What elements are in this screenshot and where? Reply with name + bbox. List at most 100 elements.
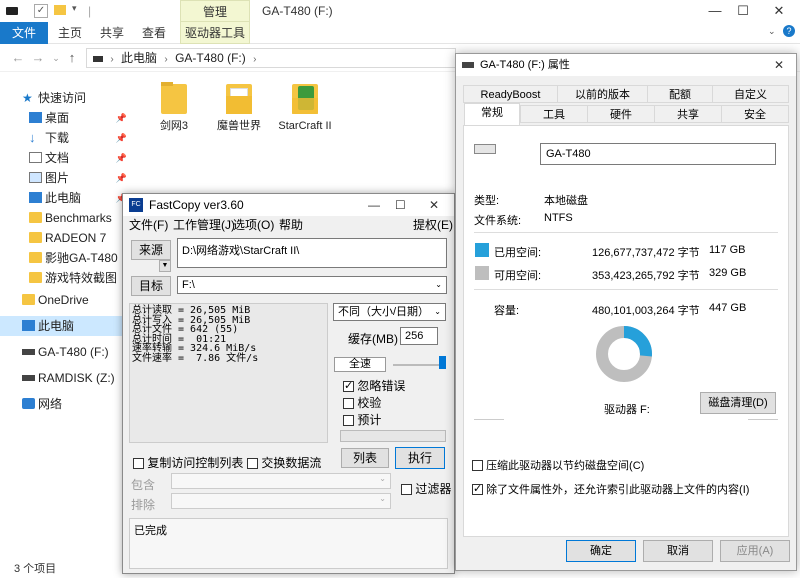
- tab-view[interactable]: 查看: [136, 22, 172, 44]
- compress-checkbox[interactable]: 压缩此驱动器以节约磁盘空间(C): [472, 457, 644, 473]
- ignore-errors-checkbox[interactable]: 忽略错误: [343, 377, 405, 394]
- back-icon[interactable]: ←: [10, 50, 26, 66]
- index-checkbox[interactable]: 除了文件属性外，还允许索引此驱动器上文件的内容(I): [472, 481, 749, 497]
- properties-icon[interactable]: ✓: [34, 4, 48, 18]
- pin-icon[interactable]: 📌: [116, 168, 127, 188]
- sidebar-item-ramdisk[interactable]: RAMDISK (Z:): [0, 368, 135, 388]
- estimate-checkbox[interactable]: 预计: [343, 411, 381, 428]
- up-icon[interactable]: ↑: [64, 50, 80, 66]
- menu-file[interactable]: 文件(F): [129, 216, 168, 234]
- alt-stream-checkbox[interactable]: 交换数据流: [247, 454, 321, 471]
- checkbox-checked[interactable]: [343, 379, 354, 392]
- sidebar-item-ga-t480-folder[interactable]: 影驰GA-T480: [0, 248, 135, 268]
- minimize-icon[interactable]: —: [368, 194, 380, 216]
- menu-option[interactable]: 选项(O): [233, 216, 274, 234]
- verify-checkbox[interactable]: 校验: [343, 394, 381, 411]
- help-icon[interactable]: ?: [783, 25, 795, 37]
- checkbox[interactable]: [343, 398, 354, 409]
- cancel-button[interactable]: 取消: [643, 540, 713, 562]
- source-history-button[interactable]: ▼: [159, 260, 171, 272]
- tab-tools[interactable]: 工具: [520, 105, 588, 123]
- type-value: 本地磁盘: [544, 195, 588, 207]
- sidebar-item-this-pc-quick[interactable]: 此电脑 📌: [0, 188, 135, 208]
- tab-previous-versions[interactable]: 以前的版本: [557, 85, 648, 103]
- tab-readyboost[interactable]: ReadyBoost: [463, 85, 558, 103]
- title-separator: |: [88, 4, 92, 18]
- tab-sharing[interactable]: 共享: [654, 105, 722, 123]
- tab-quota[interactable]: 配额: [647, 85, 713, 103]
- maximize-icon[interactable]: ☐: [395, 194, 406, 216]
- new-folder-icon[interactable]: [54, 5, 66, 15]
- breadcrumb-this-pc[interactable]: 此电脑: [121, 51, 157, 65]
- sidebar-item-onedrive[interactable]: OneDrive: [0, 290, 135, 310]
- sidebar-item-this-pc[interactable]: 此电脑: [0, 316, 135, 336]
- dialog-title: GA-T480 (F:) 属性: [480, 59, 570, 71]
- tab-file[interactable]: 文件: [0, 22, 48, 44]
- checkbox[interactable]: [247, 458, 258, 469]
- filter-checkbox[interactable]: 过滤器: [401, 480, 451, 497]
- drive-icon: [22, 375, 35, 381]
- speed-slider-thumb[interactable]: [439, 356, 446, 369]
- checkbox-checked[interactable]: [472, 482, 483, 495]
- checkbox[interactable]: [343, 415, 354, 426]
- execute-button[interactable]: 执行: [395, 447, 445, 469]
- sidebar-item-benchmarks[interactable]: Benchmarks: [0, 208, 135, 228]
- sidebar-item-radeon7[interactable]: RADEON 7: [0, 228, 135, 248]
- menu-elevate[interactable]: 提权(E): [413, 216, 453, 234]
- close-icon[interactable]: ✕: [756, 0, 800, 22]
- sidebar-item-documents[interactable]: 文档 📌: [0, 148, 135, 168]
- destination-path-field[interactable]: F:\ ⌄: [177, 276, 447, 294]
- pin-icon[interactable]: 📌: [116, 108, 127, 128]
- recent-locations-icon[interactable]: ⌄: [48, 50, 64, 66]
- tab-general[interactable]: 常规: [464, 103, 520, 126]
- apply-button[interactable]: 应用(A): [720, 540, 790, 562]
- source-path-field[interactable]: D:\网络游戏\StarCraft II\: [177, 238, 447, 268]
- ribbon-collapse-icon[interactable]: ⌄: [768, 26, 776, 37]
- checkbox[interactable]: [472, 460, 483, 471]
- sidebar-item-quick-access[interactable]: ★ 快速访问: [0, 88, 135, 108]
- close-icon[interactable]: ✕: [774, 54, 784, 76]
- sidebar-item-screenshots[interactable]: 游戏特效截图: [0, 268, 135, 288]
- sidebar-item-network[interactable]: 网络: [0, 394, 135, 414]
- breadcrumb-drive[interactable]: GA-T480 (F:): [175, 51, 246, 65]
- forward-icon[interactable]: →: [30, 50, 46, 66]
- buffer-size-field[interactable]: 256: [400, 327, 438, 345]
- folder-item[interactable]: 魔兽世界: [209, 80, 269, 133]
- sidebar-item-desktop[interactable]: 桌面 📌: [0, 108, 135, 128]
- menu-job[interactable]: 工作管理(J): [173, 216, 235, 234]
- folder-item[interactable]: StarCraft II: [275, 80, 335, 133]
- close-icon[interactable]: ✕: [429, 194, 439, 216]
- disk-cleanup-button[interactable]: 磁盘清理(D): [700, 392, 776, 414]
- drive-icon: [22, 349, 35, 355]
- sidebar-item-pictures[interactable]: 图片 📌: [0, 168, 135, 188]
- checkbox[interactable]: [133, 458, 144, 469]
- tab-customize[interactable]: 自定义: [712, 85, 789, 103]
- ok-button[interactable]: 确定: [566, 540, 636, 562]
- copy-mode-select[interactable]: 不同（大小/日期） ⌄: [333, 303, 446, 321]
- speed-slider[interactable]: [393, 354, 449, 370]
- sidebar-item-downloads[interactable]: ↓ 下载 📌: [0, 128, 135, 148]
- drive-label-field[interactable]: GA-T480: [540, 143, 776, 165]
- tab-security[interactable]: 安全: [721, 105, 789, 123]
- include-label: 包含: [131, 478, 156, 492]
- manage-context-tab[interactable]: 管理: [180, 0, 250, 22]
- chevron-down-icon[interactable]: ⌄: [435, 277, 442, 293]
- capacity-bytes: 480,101,003,264 字节: [592, 305, 700, 317]
- menu-help[interactable]: 帮助: [279, 216, 303, 234]
- picture-icon: [29, 172, 42, 183]
- list-button[interactable]: 列表: [341, 448, 389, 468]
- chevron-down-icon[interactable]: ▾: [72, 3, 77, 14]
- tab-drive-tools[interactable]: 驱动器工具: [180, 22, 250, 44]
- source-button[interactable]: 来源: [131, 240, 171, 260]
- tab-home[interactable]: 主页: [52, 22, 88, 44]
- folder-item[interactable]: 剑网3: [144, 80, 204, 133]
- copy-acl-checkbox[interactable]: 复制访问控制列表: [133, 454, 243, 471]
- destination-button[interactable]: 目标: [131, 276, 171, 296]
- pin-icon[interactable]: 📌: [116, 128, 127, 148]
- address-bar[interactable]: › 此电脑 › GA-T480 (F:) ›: [86, 48, 456, 68]
- tab-share[interactable]: 共享: [94, 22, 130, 44]
- checkbox[interactable]: [401, 484, 412, 495]
- tab-hardware[interactable]: 硬件: [587, 105, 655, 123]
- sidebar-item-drive-f[interactable]: GA-T480 (F:): [0, 342, 135, 362]
- pin-icon[interactable]: 📌: [116, 148, 127, 168]
